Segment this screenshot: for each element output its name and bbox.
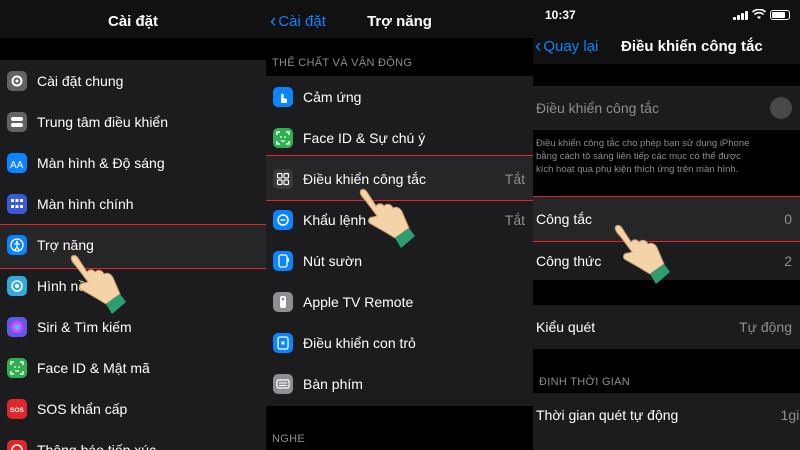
settings-item-label: Cài đặt chung bbox=[37, 72, 124, 89]
switch-control-description: Điều khiển công tắc cho phép bạn sử dụng… bbox=[536, 138, 750, 175]
accessibility-item-label: Điều khiển công tắc bbox=[303, 170, 426, 187]
chevron-left-icon: ‹ bbox=[535, 36, 542, 57]
auto-scan-time-row[interactable]: Thời gian quét tự động 1giây bbox=[533, 394, 800, 435]
recipes-label: Công thức bbox=[536, 252, 602, 269]
switches-label: Công tắc bbox=[536, 210, 593, 227]
accessibility-item-label: Điều khiển con trỏ bbox=[303, 334, 416, 351]
auto-scan-time-value: 1giây bbox=[780, 406, 800, 423]
timing-group: Thời gian quét tự động 1giây bbox=[533, 393, 800, 450]
accessibility-navbar: ‹ Cài đặt Trợ năng bbox=[266, 0, 533, 38]
switch-control-toggle[interactable] bbox=[770, 96, 792, 119]
svg-text:SOS: SOS bbox=[10, 407, 24, 414]
text-size-icon: AA bbox=[7, 152, 27, 173]
settings-item-row[interactable]: Trung tâm điều khiển bbox=[0, 101, 266, 142]
settings-item-row[interactable]: Hình nền bbox=[0, 265, 266, 306]
side-button-icon bbox=[273, 250, 293, 271]
switches-count: 0 bbox=[784, 210, 792, 227]
settings-panel: Cài đặt Cài đặt chung Trung tâm điều khiể… bbox=[0, 0, 266, 450]
settings-item-label: SOS khẩn cấp bbox=[37, 400, 128, 417]
wallpaper-icon bbox=[7, 275, 27, 296]
signal-icon bbox=[733, 10, 748, 20]
scanning-style-value: Tự động bbox=[739, 318, 792, 335]
settings-item-row[interactable]: AA Màn hình & Độ sáng bbox=[0, 142, 266, 183]
back-button[interactable]: ‹ Quay lại bbox=[535, 36, 599, 57]
settings-item-label: Thông báo tiếp xúc bbox=[37, 441, 157, 450]
accessibility-item-row[interactable]: Apple TV Remote bbox=[266, 281, 533, 322]
section-header-timing: ĐỊNH THỜI GIAN bbox=[539, 376, 631, 388]
exposure-icon bbox=[7, 439, 27, 450]
wifi-icon bbox=[752, 9, 766, 19]
section-header-physical: THỂ CHẤT VÀ VẬN ĐỘNG bbox=[272, 57, 413, 69]
status-time: 10:37 bbox=[545, 8, 576, 22]
accessibility-item-row[interactable]: Cảm ứng bbox=[266, 76, 533, 117]
switch-grid-icon bbox=[273, 168, 293, 189]
toggle-label: Điều khiển công tắc bbox=[536, 99, 659, 116]
sos-icon: SOS bbox=[7, 398, 27, 419]
accessibility-item-label: Cảm ứng bbox=[303, 88, 362, 105]
settings-item-row[interactable]: Màn hình chính bbox=[0, 183, 266, 224]
scanning-style-row[interactable]: Kiểu quét Tự động bbox=[533, 306, 800, 347]
scanning-style-group: Kiểu quét Tự động bbox=[533, 305, 800, 349]
face-id-icon bbox=[7, 357, 27, 378]
accessibility-item-row[interactable]: Điều khiển con trỏ bbox=[266, 322, 533, 363]
scanning-style-label: Kiểu quét bbox=[536, 318, 596, 335]
page-title: Trợ năng bbox=[367, 13, 432, 30]
auto-scan-time-label: Thời gian quét tự động bbox=[536, 406, 679, 423]
settings-item-row[interactable]: Trợ năng bbox=[0, 224, 266, 265]
settings-item-label: Face ID & Mật mã bbox=[37, 359, 150, 376]
pointing-hand-icon bbox=[359, 188, 415, 248]
status-icons bbox=[733, 9, 790, 20]
settings-item-label: Màn hình chính bbox=[37, 195, 134, 212]
pointer-icon bbox=[273, 332, 293, 353]
accessibility-item-row[interactable]: Face ID & Sự chú ý bbox=[266, 117, 533, 158]
back-label: Quay lại bbox=[543, 38, 599, 55]
settings-item-label: Màn hình & Độ sáng bbox=[37, 154, 165, 171]
settings-item-label: Trợ năng bbox=[37, 236, 94, 253]
pointing-hand-icon bbox=[614, 224, 670, 284]
touch-hand-icon bbox=[273, 86, 293, 107]
accessibility-item-row[interactable]: Bàn phím bbox=[266, 363, 533, 404]
status-bar: 10:37 bbox=[533, 6, 800, 24]
accessibility-item-label: Apple TV Remote bbox=[303, 293, 414, 310]
accessibility-item-label: Nút sườn bbox=[303, 252, 363, 269]
accessibility-icon bbox=[7, 234, 27, 255]
accessibility-item-value: Tắt bbox=[504, 211, 525, 228]
battery-icon bbox=[770, 9, 790, 20]
face-id-icon bbox=[273, 127, 293, 148]
settings-item-row[interactable]: Siri & Tìm kiếm bbox=[0, 306, 266, 347]
switch-control-navbar: 10:37 ‹ Quay lại Điều khiển công tắc bbox=[533, 0, 800, 64]
page-title: Điều khiển công tắc bbox=[621, 38, 763, 55]
toggle-switches-icon bbox=[7, 111, 27, 132]
section-header-hearing: NGHE bbox=[272, 433, 305, 445]
switch-control-toggle-group: Điều khiển công tắc bbox=[533, 86, 800, 130]
recipes-count: 2 bbox=[784, 252, 792, 269]
settings-item-row[interactable]: Thông báo tiếp xúc bbox=[0, 429, 266, 450]
settings-item-row[interactable]: Face ID & Mật mã bbox=[0, 347, 266, 388]
accessibility-item-value: Tắt bbox=[504, 170, 525, 187]
settings-item-label: Siri & Tìm kiếm bbox=[37, 318, 132, 335]
keyboard-icon bbox=[273, 373, 293, 394]
page-title: Cài đặt bbox=[107, 13, 158, 30]
voice-control-icon bbox=[273, 209, 293, 230]
switch-control-toggle-row[interactable]: Điều khiển công tắc bbox=[533, 87, 800, 128]
gear-icon bbox=[7, 70, 27, 91]
remote-icon bbox=[273, 291, 293, 312]
settings-item-label: Trung tâm điều khiển bbox=[37, 113, 168, 130]
settings-navbar: Cài đặt bbox=[0, 0, 266, 38]
pointing-hand-icon bbox=[70, 254, 126, 314]
accessibility-item-label: Face ID & Sự chú ý bbox=[303, 129, 426, 146]
settings-item-row[interactable]: SOS SOS khẩn cấp bbox=[0, 388, 266, 429]
svg-text:AA: AA bbox=[10, 160, 24, 170]
settings-item-row[interactable]: Cài đặt chung bbox=[0, 60, 266, 101]
siri-icon bbox=[7, 316, 27, 337]
accessibility-item-label: Bàn phím bbox=[303, 375, 363, 392]
home-grid-icon bbox=[7, 193, 27, 214]
